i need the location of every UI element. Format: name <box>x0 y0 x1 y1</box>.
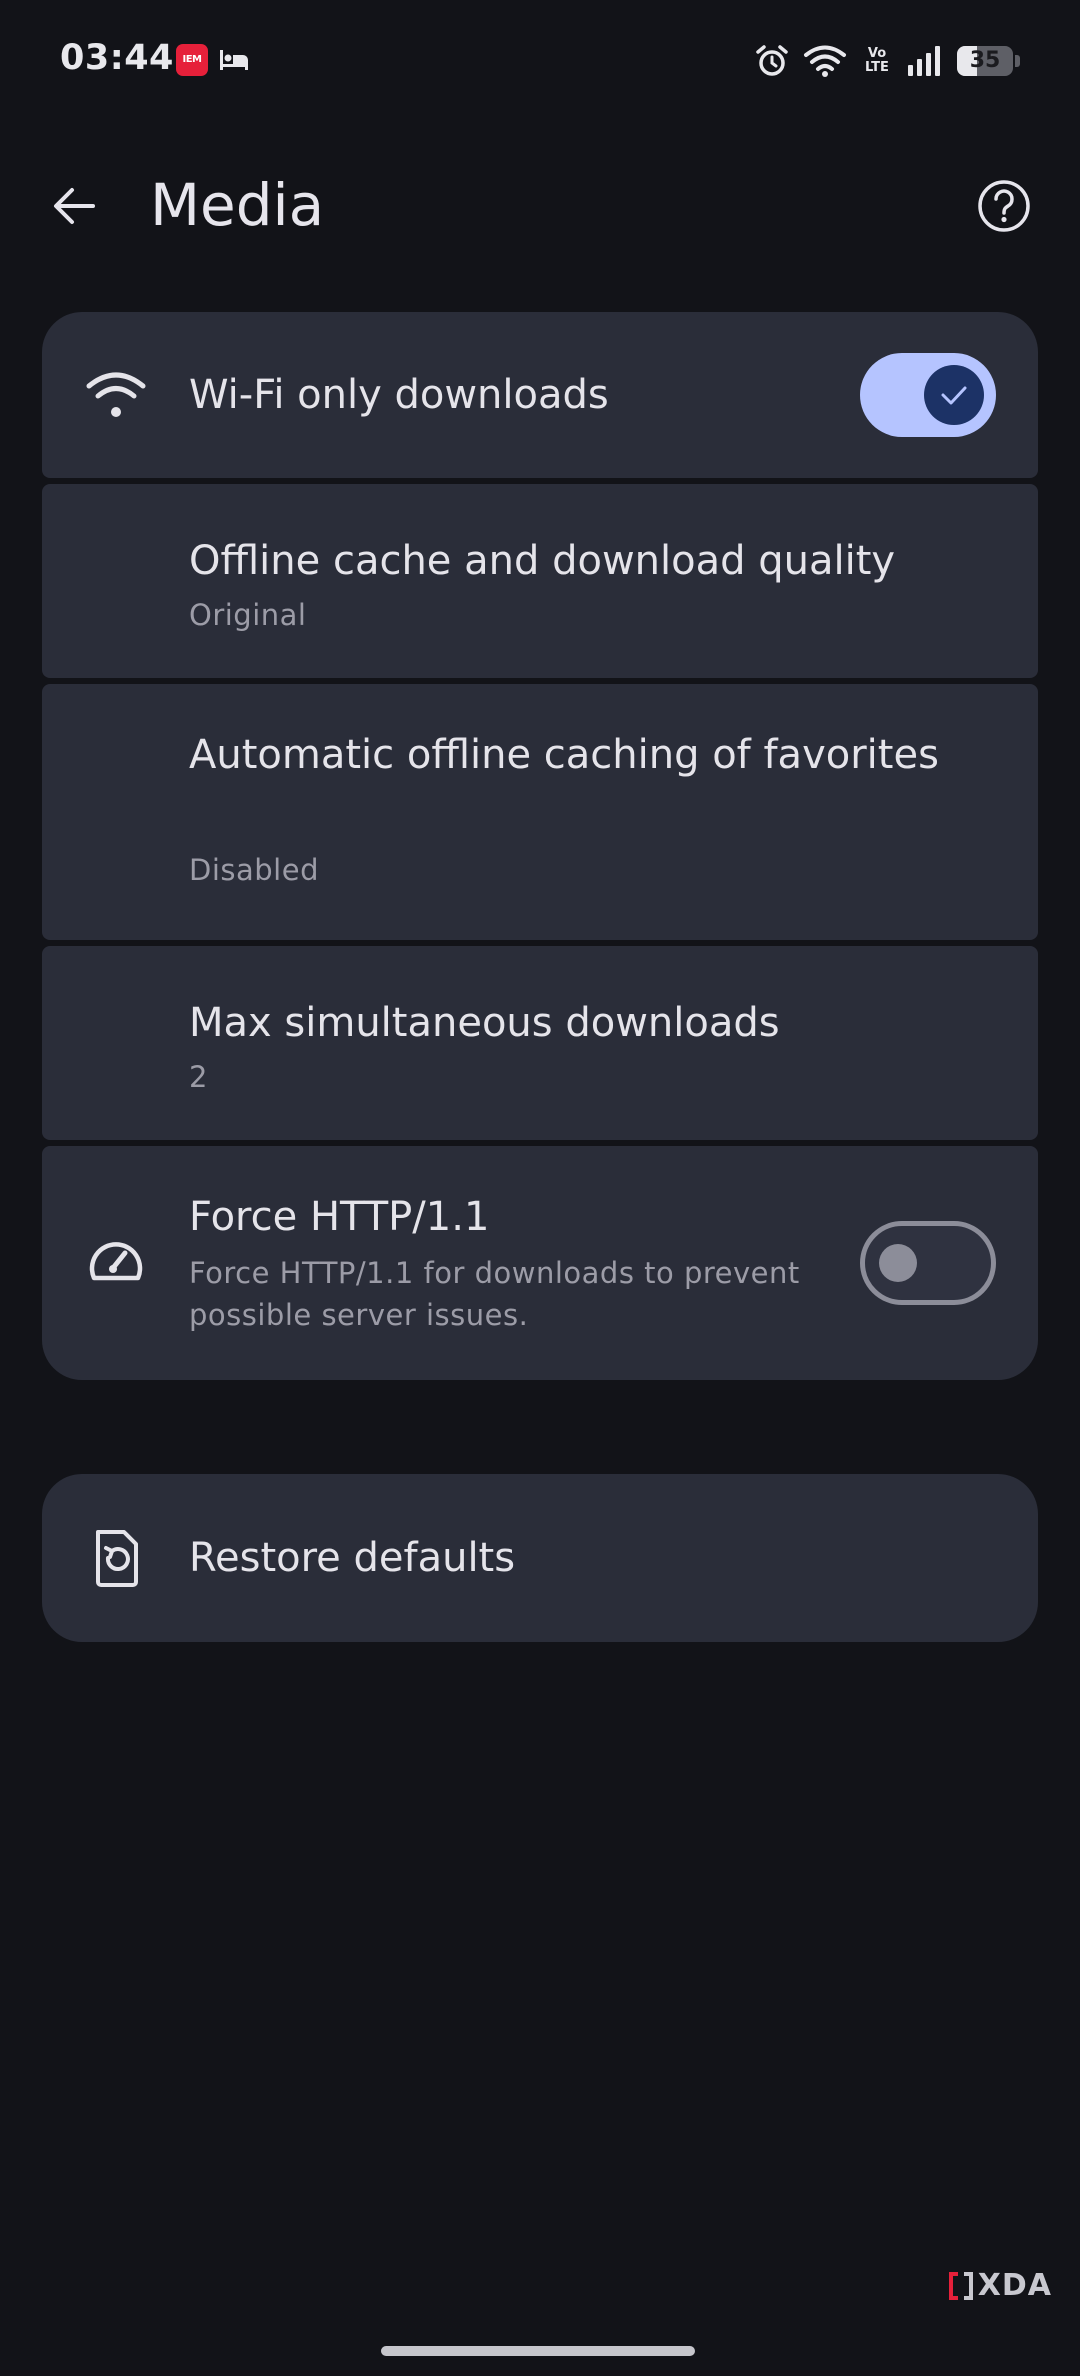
gesture-nav-handle[interactable] <box>381 2346 695 2356</box>
speedometer-icon <box>80 1227 152 1299</box>
setting-title: Force HTTP/1.1 <box>189 1194 490 1240</box>
xda-watermark: XDA <box>948 2268 1052 2303</box>
setting-download-quality[interactable]: Offline cache and download quality Origi… <box>42 484 1038 678</box>
signal-icon <box>908 46 940 76</box>
status-time: 03:44 <box>60 38 174 78</box>
help-button[interactable] <box>968 170 1040 242</box>
setting-auto-cache-favorites[interactable]: Automatic offline caching of favorites D… <box>42 684 1038 940</box>
status-icons: Vo LTE 35 <box>755 38 1020 84</box>
setting-wifi-only-downloads[interactable]: Wi-Fi only downloads <box>42 312 1038 478</box>
wifi-icon <box>80 359 152 431</box>
restore-defaults-label: Restore defaults <box>189 1535 516 1581</box>
force-http-toggle[interactable] <box>860 1221 996 1305</box>
wifi-icon <box>804 45 846 77</box>
back-button[interactable] <box>40 172 108 240</box>
volte-icon: Vo LTE <box>865 46 889 75</box>
watermark-text: XDA <box>977 2268 1052 2303</box>
setting-title: Wi-Fi only downloads <box>189 372 609 418</box>
bed-icon <box>220 50 248 70</box>
restore-defaults-button[interactable]: Restore defaults <box>42 1474 1038 1642</box>
battery-tip <box>1015 55 1020 67</box>
setting-title: Offline cache and download quality <box>189 538 896 584</box>
toggle-thumb <box>879 1244 917 1282</box>
setting-max-downloads[interactable]: Max simultaneous downloads 2 <box>42 946 1038 1140</box>
setting-summary: Disabled <box>189 853 319 887</box>
toggle-thumb <box>924 365 984 425</box>
setting-title: Max simultaneous downloads <box>189 1000 780 1046</box>
setting-summary: Force HTTP/1.1 for downloads to prevent … <box>189 1256 800 1332</box>
battery-icon: 35 <box>957 46 1013 76</box>
arrow-left-icon <box>54 188 95 224</box>
setting-summary: Original <box>189 598 307 632</box>
status-bar: 03:44 IEM Vo LTE 35 <box>0 0 1080 120</box>
wifi-only-toggle[interactable] <box>860 353 996 437</box>
iem-app-icon: IEM <box>176 44 208 76</box>
settings-list: Wi-Fi only downloads Offline cache and d… <box>42 312 1038 1386</box>
check-icon <box>941 386 967 405</box>
setting-title: Automatic offline caching of favorites <box>189 732 939 778</box>
restore-file-icon <box>80 1522 152 1594</box>
battery-level: 35 <box>969 48 1001 73</box>
setting-force-http[interactable]: Force HTTP/1.1 Force HTTP/1.1 for downlo… <box>42 1146 1038 1380</box>
setting-summary: 2 <box>189 1060 208 1094</box>
xda-logo-icon <box>948 2271 973 2300</box>
app-bar: Media <box>0 150 1080 260</box>
help-circle-icon <box>978 180 1030 232</box>
alarm-icon <box>756 45 788 76</box>
page-title: Media <box>150 171 325 239</box>
